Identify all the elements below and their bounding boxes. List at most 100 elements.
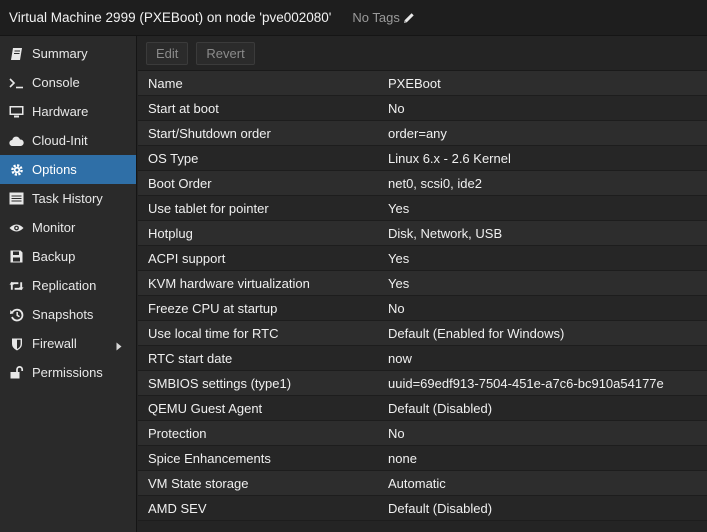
sidebar-item-label: Options — [32, 162, 77, 177]
option-value: No — [388, 425, 405, 441]
sidebar-item-monitor[interactable]: Monitor — [0, 213, 136, 242]
sidebar-item-summary[interactable]: Summary — [0, 39, 136, 68]
table-row[interactable]: Start/Shutdown order order=any — [138, 121, 707, 146]
tags-editor[interactable]: No Tags — [352, 10, 414, 25]
page-title: Virtual Machine 2999 (PXEBoot) on node '… — [9, 10, 332, 25]
table-row[interactable]: Spice Enhancements none — [138, 446, 707, 471]
option-value: PXEBoot — [388, 75, 441, 91]
table-row[interactable]: Protection No — [138, 421, 707, 446]
sidebar-item-backup[interactable]: Backup — [0, 242, 136, 271]
table-row[interactable]: Boot Order net0, scsi0, ide2 — [138, 171, 707, 196]
option-value: Default (Disabled) — [388, 500, 493, 516]
table-row[interactable]: Start at boot No — [138, 96, 707, 121]
sidebar-item-console[interactable]: Console — [0, 68, 136, 97]
shield-icon — [9, 336, 24, 351]
list-icon — [9, 191, 24, 206]
option-value: Yes — [388, 275, 410, 291]
sidebar-item-firewall[interactable]: Firewall — [0, 329, 136, 358]
sidebar-item-options[interactable]: Options — [0, 155, 136, 184]
table-row[interactable]: VM State storage Automatic — [138, 471, 707, 496]
sidebar-item-permissions[interactable]: Permissions — [0, 358, 136, 387]
gear-icon — [9, 162, 24, 177]
sidebar-item-label: Firewall — [32, 336, 77, 351]
sidebar-item-label: Backup — [32, 249, 76, 264]
table-row[interactable]: RTC start date now — [138, 346, 707, 371]
sidebar-item-task-history[interactable]: Task History — [0, 184, 136, 213]
chevron-right-icon[interactable] — [116, 339, 122, 354]
option-key: VM State storage — [148, 475, 249, 491]
tags-label: No Tags — [352, 10, 400, 25]
unlock-icon — [9, 365, 24, 380]
sidebar: Summary Console Hardware Cloud-Init Opti… — [0, 36, 137, 532]
options-grid: Name PXEBoot Start at boot No Start/Shutdown… — [138, 71, 707, 521]
table-row[interactable]: Name PXEBoot — [138, 71, 707, 96]
table-row[interactable]: ACPI support Yes — [138, 246, 707, 271]
revert-button[interactable]: Revert — [196, 41, 255, 65]
option-key: Name — [148, 75, 183, 91]
terminal-icon — [9, 75, 24, 90]
toolbar: Edit Revert — [138, 36, 707, 71]
sidebar-item-label: Monitor — [32, 220, 76, 235]
option-key: KVM hardware virtualization — [148, 275, 310, 291]
sidebar-item-label: Permissions — [32, 365, 103, 380]
sidebar-item-label: Hardware — [32, 104, 89, 119]
option-key: Use tablet for pointer — [148, 200, 269, 216]
option-key: SMBIOS settings (type1) — [148, 375, 292, 391]
option-value: Yes — [388, 250, 410, 266]
option-key: QEMU Guest Agent — [148, 400, 263, 416]
option-value: No — [388, 100, 405, 116]
option-value: No — [388, 300, 405, 316]
table-row[interactable]: OS Type Linux 6.x - 2.6 Kernel — [138, 146, 707, 171]
table-row[interactable]: AMD SEV Default (Disabled) — [138, 496, 707, 521]
option-key: Start/Shutdown order — [148, 125, 271, 141]
option-value: uuid=69edf913-7504-451e-a7c6-bc910a54177… — [388, 375, 664, 391]
table-row[interactable]: Use local time for RTC Default (Enabled f… — [138, 321, 707, 346]
table-row[interactable]: Freeze CPU at startup No — [138, 296, 707, 321]
table-row[interactable]: QEMU Guest Agent Default (Disabled) — [138, 396, 707, 421]
option-key: OS Type — [148, 150, 199, 166]
table-row[interactable]: KVM hardware virtualization Yes — [138, 271, 707, 296]
option-key: Use local time for RTC — [148, 325, 279, 341]
option-value: Default (Disabled) — [388, 400, 493, 416]
sidebar-item-hardware[interactable]: Hardware — [0, 97, 136, 126]
book-icon — [9, 46, 24, 61]
header-bar: Virtual Machine 2999 (PXEBoot) on node '… — [0, 0, 707, 36]
option-value: order=any — [388, 125, 447, 141]
pencil-icon[interactable] — [403, 12, 415, 24]
cloud-icon — [9, 133, 24, 148]
option-key: Hotplug — [148, 225, 193, 241]
sidebar-item-cloud-init[interactable]: Cloud-Init — [0, 126, 136, 155]
history-icon — [9, 307, 24, 322]
option-key: Protection — [148, 425, 207, 441]
sidebar-item-label: Summary — [32, 46, 88, 61]
sidebar-item-snapshots[interactable]: Snapshots — [0, 300, 136, 329]
floppy-icon — [9, 249, 24, 264]
sidebar-item-label: Task History — [32, 191, 103, 206]
option-key: Freeze CPU at startup — [148, 300, 278, 316]
option-value: none — [388, 450, 417, 466]
option-value: net0, scsi0, ide2 — [388, 175, 482, 191]
option-value: Disk, Network, USB — [388, 225, 503, 241]
desktop-icon — [9, 104, 24, 119]
sidebar-item-replication[interactable]: Replication — [0, 271, 136, 300]
option-key: Spice Enhancements — [148, 450, 271, 466]
sidebar-item-label: Console — [32, 75, 80, 90]
edit-button[interactable]: Edit — [146, 41, 189, 65]
option-key: ACPI support — [148, 250, 226, 266]
option-value: Yes — [388, 200, 410, 216]
table-row[interactable]: Hotplug Disk, Network, USB — [138, 221, 707, 246]
option-key: Boot Order — [148, 175, 212, 191]
option-key: Start at boot — [148, 100, 219, 116]
option-value: Automatic — [388, 475, 446, 491]
sidebar-item-label: Snapshots — [32, 307, 94, 322]
retweet-icon — [9, 278, 24, 293]
option-value: Linux 6.x - 2.6 Kernel — [388, 150, 511, 166]
options-panel: Edit Revert Name PXEBoot Start at boot No St… — [138, 36, 707, 532]
sidebar-item-label: Replication — [32, 278, 97, 293]
option-key: RTC start date — [148, 350, 233, 366]
eye-icon — [9, 220, 24, 235]
sidebar-item-label: Cloud-Init — [32, 133, 88, 148]
option-value: Default (Enabled for Windows) — [388, 325, 565, 341]
table-row[interactable]: SMBIOS settings (type1) uuid=69edf913-750… — [138, 371, 707, 396]
table-row[interactable]: Use tablet for pointer Yes — [138, 196, 707, 221]
